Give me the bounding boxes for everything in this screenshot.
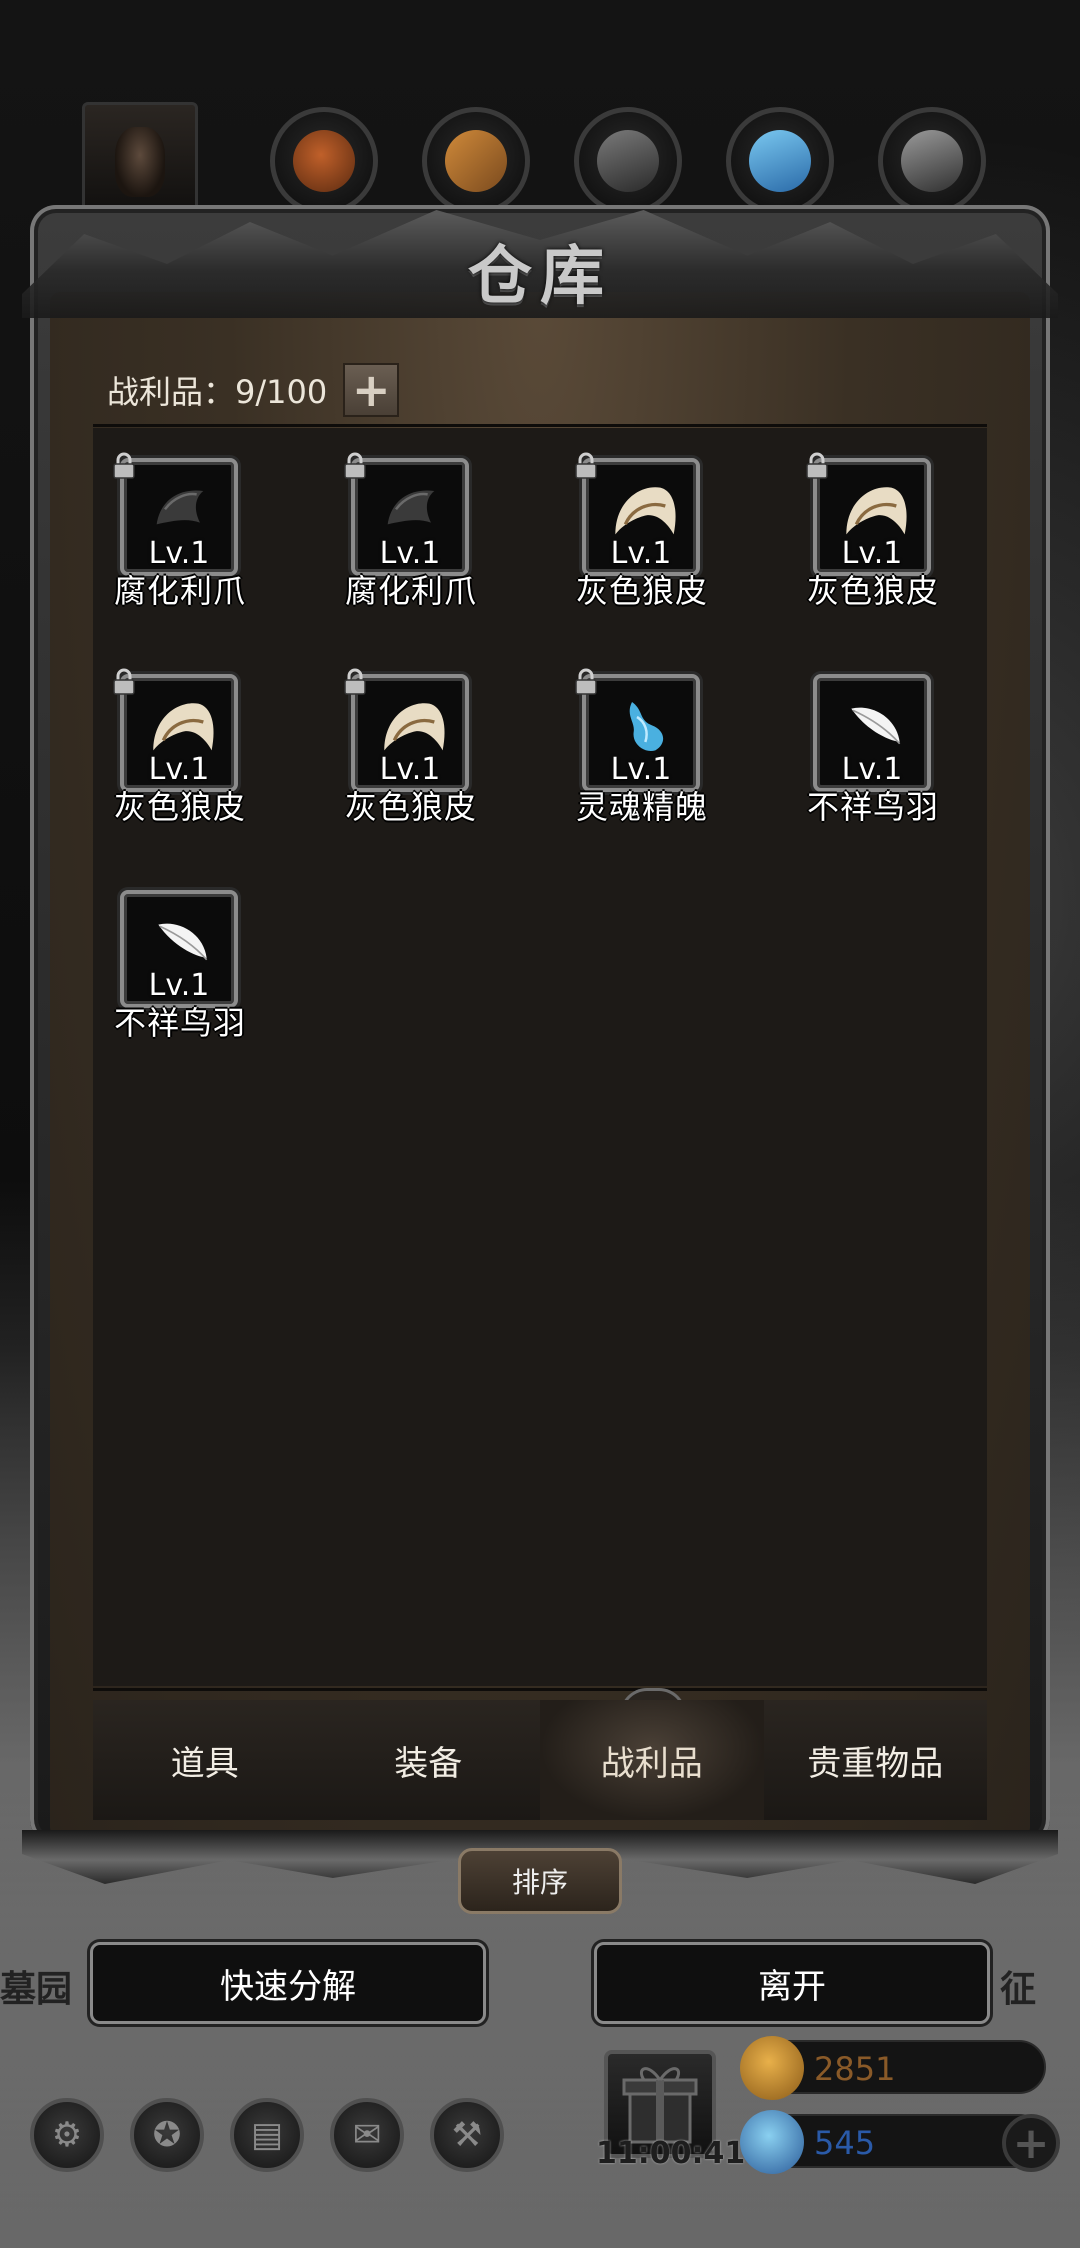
category-tabs: 道具 装备 战利品 贵重物品 [93,1700,987,1820]
achievement-star-icon[interactable]: ✪ [130,2098,204,2172]
item-name: 不祥鸟羽 [806,788,939,826]
dialog-title: 仓库 [468,239,612,314]
inventory-item[interactable]: Lv.1 灰色狼皮 [778,452,938,632]
sort-button[interactable]: 排序 [458,1848,622,1914]
item-slot: Lv.1 [813,458,931,576]
tab-label: 道具 [170,1743,239,1784]
tab-label: 贵重物品 [807,1743,944,1784]
gem-counter: 545 [740,2110,1046,2174]
tab-valuables[interactable]: 贵重物品 [764,1700,988,1820]
tab-equipment[interactable]: 装备 [317,1700,541,1820]
item-name: 灰色狼皮 [344,788,477,826]
gold-value: 2851 [814,2050,896,2088]
inventory-item[interactable]: Lv.1 腐化利爪 [316,452,476,632]
inventory-item[interactable]: Lv.1 不祥鸟羽 [85,884,245,1064]
item-name: 灰色狼皮 [575,572,708,610]
inventory-item[interactable]: Lv.1 腐化利爪 [85,452,245,632]
inventory-item[interactable]: Lv.1 灰色狼皮 [547,452,707,632]
item-slot: Lv.1 [120,674,238,792]
item-slot: Lv.1 [351,674,469,792]
lock-icon [344,452,366,479]
tab-label: 战利品 [600,1743,703,1784]
gift-timer: 11:00:41 [596,2136,746,2171]
item-name: 不祥鸟羽 [113,1004,246,1042]
item-name: 腐化利爪 [344,572,477,610]
gold-counter: 2851 [740,2036,1046,2100]
leave-button[interactable]: 离开 [594,1942,990,2024]
item-name: 灰色狼皮 [113,788,246,826]
tab-items[interactable]: 道具 [93,1700,317,1820]
tab-steel-icon[interactable] [878,107,986,215]
item-slot: Lv.1 [813,674,931,792]
settings-gear-icon[interactable]: ⚙ [30,2098,104,2172]
item-name: 灰色狼皮 [806,572,939,610]
item-slot: Lv.1 [120,890,238,1008]
mail-icon[interactable]: ✉ [330,2098,404,2172]
gem-icon [740,2110,804,2174]
item-slot: Lv.1 [351,458,469,576]
inventory-header: 战利品：9/100 + [107,362,400,418]
tab-wood-icon[interactable] [422,107,530,215]
tab-food-icon[interactable] [270,107,378,215]
side-label-left: 墓园 [0,1969,73,2010]
expand-capacity-button[interactable]: + [343,363,400,417]
gem-value: 545 [814,2124,876,2162]
tab-label: 装备 [394,1743,463,1784]
lock-icon [113,668,135,695]
inventory-item[interactable]: Lv.1 灵魂精魄 [547,668,707,848]
tab-crystal-icon[interactable] [726,107,834,215]
codex-icon[interactable]: ▤ [230,2098,304,2172]
leave-label: 离开 [758,1966,826,2007]
loot-counter: 战利品：9/100 [107,373,328,411]
lock-icon [575,452,597,479]
item-slot: Lv.1 [120,458,238,576]
tab-loot[interactable]: 战利品 [540,1700,764,1820]
item-slot: Lv.1 [582,458,700,576]
plus-icon: + [351,363,391,417]
item-slot: Lv.1 [582,674,700,792]
lock-icon [344,668,366,695]
inventory-item[interactable]: Lv.1 不祥鸟羽 [778,668,938,848]
add-gems-button[interactable]: + [1002,2114,1060,2172]
side-label-right: 征 [1000,1969,1037,2010]
inventory-item[interactable]: Lv.1 灰色狼皮 [316,668,476,848]
lock-icon [113,452,135,479]
inventory-item[interactable]: Lv.1 灰色狼皮 [85,668,245,848]
item-name: 灵魂精魄 [575,788,708,826]
quick-decompose-button[interactable]: 快速分解 [90,1942,486,2024]
top-tab-bar [82,102,986,228]
quick-decompose-label: 快速分解 [220,1966,356,2007]
hero-face [115,127,165,197]
lock-icon [806,452,828,479]
tab-iron-icon[interactable] [574,107,682,215]
forge-icon[interactable]: ⚒ [430,2098,504,2172]
gold-coin-icon [740,2036,804,2100]
top-divider [93,424,987,427]
bottom-divider [93,1688,987,1691]
item-name: 腐化利爪 [113,572,246,610]
lock-icon [575,668,597,695]
